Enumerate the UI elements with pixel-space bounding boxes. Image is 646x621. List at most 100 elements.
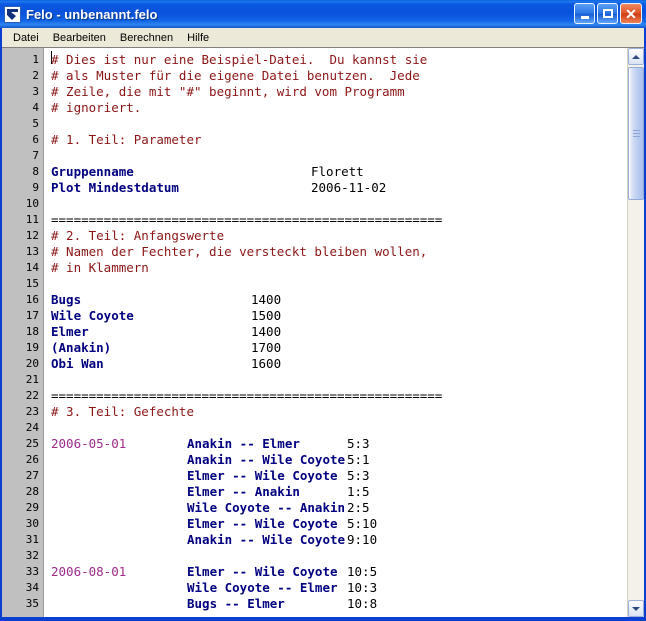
- code-segment: # Dies ist nur eine Beispiel-Datei. Du k…: [51, 52, 428, 67]
- chevron-up-icon: [632, 54, 640, 59]
- felo-app-icon: [4, 5, 21, 23]
- line-number: 19: [25, 341, 39, 354]
- code-segment: Anakin -- Elmer: [187, 436, 300, 451]
- code-line[interactable]: Bugs 1400: [45, 292, 626, 308]
- code-line[interactable]: # Zeile, die mit "#" beginnt, wird vom P…: [45, 84, 626, 100]
- code-line[interactable]: Bugs -- Elmer 10:8: [45, 596, 626, 612]
- menu-item-berechnen[interactable]: Berechnen: [113, 30, 180, 46]
- code-segment: 1400: [251, 324, 282, 339]
- code-line[interactable]: # 1. Teil: Parameter: [45, 132, 626, 148]
- menu-item-hilfe[interactable]: Hilfe: [180, 30, 216, 46]
- scrollbar-grip-icon: [633, 129, 640, 138]
- window-title: Felo - unbenannt.felo: [26, 6, 158, 22]
- code-line[interactable]: 2006-08-01 Elmer -- Wile Coyote 10:5: [45, 564, 626, 580]
- code-segment: Elmer: [51, 324, 89, 339]
- code-line[interactable]: Elmer -- Wile Coyote 5:10: [45, 516, 626, 532]
- line-number: 6: [32, 133, 39, 146]
- line-number: 24: [25, 421, 39, 434]
- code-segment: 5:3: [347, 468, 370, 483]
- code-line[interactable]: Elmer -- Anakin 1:5: [45, 484, 626, 500]
- line-number: 16: [25, 293, 39, 306]
- line-number: 12: [25, 229, 39, 242]
- code-line[interactable]: [45, 196, 626, 212]
- code-text-area[interactable]: # Dies ist nur eine Beispiel-Datei. Du k…: [45, 48, 626, 617]
- menu-item-datei[interactable]: Datei: [6, 30, 46, 46]
- code-line[interactable]: Elmer -- Wile Coyote 5:3: [45, 468, 626, 484]
- scroll-down-button[interactable]: [628, 600, 644, 617]
- line-number: 25: [25, 437, 39, 450]
- line-number: 17: [25, 309, 39, 322]
- code-line[interactable]: Anakin -- Wile Coyote 9:10: [45, 532, 626, 548]
- line-number: 31: [25, 533, 39, 546]
- code-segment: # 3. Teil: Gefechte: [51, 404, 194, 419]
- code-line[interactable]: 2006-05-01 Anakin -- Elmer 5:3: [45, 436, 626, 452]
- code-line[interactable]: Elmer 1400: [45, 324, 626, 340]
- code-segment: # ignoriert.: [51, 100, 142, 115]
- line-number: 2: [32, 69, 39, 82]
- code-line[interactable]: ========================================…: [45, 212, 626, 228]
- code-segment: 10:8: [347, 596, 378, 611]
- editor-area[interactable]: 1 2 3 4 5 6 7 8 9 10 11 12 13 14 15 16 17 18 19 20 21 22 23 24 2…: [2, 47, 644, 617]
- menu-item-bearbeiten[interactable]: Bearbeiten: [46, 30, 113, 46]
- code-line[interactable]: Gruppenname Florett: [45, 164, 626, 180]
- code-line[interactable]: [45, 148, 626, 164]
- title-bar[interactable]: Felo - unbenannt.felo ✕: [0, 0, 646, 28]
- code-segment: Wile Coyote -- Anakin: [187, 500, 346, 515]
- window-controls: ✕: [574, 3, 642, 24]
- line-number: 1: [32, 53, 39, 66]
- code-line[interactable]: Plot Mindestdatum 2006-11-02: [45, 180, 626, 196]
- code-line[interactable]: Wile Coyote -- Anakin 2:5: [45, 500, 626, 516]
- code-line[interactable]: Obi Wan 1600: [45, 356, 626, 372]
- line-number: 9: [32, 181, 39, 194]
- code-segment: Plot Mindestdatum: [51, 180, 179, 195]
- line-number: 22: [25, 389, 39, 402]
- code-line[interactable]: (Anakin) 1700: [45, 340, 626, 356]
- code-segment: ========================================…: [51, 388, 443, 403]
- line-number: 20: [25, 357, 39, 370]
- code-line[interactable]: # ignoriert.: [45, 100, 626, 116]
- code-line[interactable]: [45, 116, 626, 132]
- minimize-button[interactable]: [574, 3, 595, 24]
- code-segment: Anakin -- Wile Coyote: [187, 532, 346, 547]
- code-segment: # in Klammern: [51, 260, 149, 275]
- code-line[interactable]: [45, 372, 626, 388]
- code-segment: Elmer -- Wile Coyote: [187, 516, 338, 531]
- code-segment: # als Muster für die eigene Datei benutz…: [51, 68, 420, 83]
- line-number: 10: [25, 197, 39, 210]
- line-number: 27: [25, 469, 39, 482]
- close-button[interactable]: ✕: [620, 3, 642, 24]
- code-line[interactable]: # in Klammern: [45, 260, 626, 276]
- code-segment: 1700: [251, 340, 282, 355]
- line-number: 21: [25, 373, 39, 386]
- code-segment: # 1. Teil: Parameter: [51, 132, 202, 147]
- code-line[interactable]: Wile Coyote -- Elmer 10:3: [45, 580, 626, 596]
- line-number: 32: [25, 549, 39, 562]
- code-segment: 1600: [251, 356, 282, 371]
- line-number: 23: [25, 405, 39, 418]
- maximize-button[interactable]: [597, 3, 618, 24]
- minimize-icon: [580, 16, 589, 19]
- chevron-down-icon: [632, 606, 640, 611]
- scroll-up-button[interactable]: [628, 48, 644, 65]
- code-line[interactable]: # als Muster für die eigene Datei benutz…: [45, 68, 626, 84]
- code-segment: ========================================…: [51, 212, 443, 227]
- code-segment: 2006-05-01: [51, 436, 127, 451]
- code-line[interactable]: # Namen der Fechter, die versteckt bleib…: [45, 244, 626, 260]
- scrollbar-thumb[interactable]: [628, 67, 644, 200]
- code-line[interactable]: # 2. Teil: Anfangswerte: [45, 228, 626, 244]
- code-segment: Wile Coyote: [51, 308, 134, 323]
- code-line[interactable]: Wile Coyote 1500: [45, 308, 626, 324]
- code-segment: # Namen der Fechter, die versteckt bleib…: [51, 244, 428, 259]
- code-line[interactable]: [45, 420, 626, 436]
- code-line[interactable]: [45, 548, 626, 564]
- code-segment: Bugs: [51, 292, 82, 307]
- code-line[interactable]: [45, 276, 626, 292]
- code-segment: 5:10: [347, 516, 378, 531]
- vertical-scrollbar[interactable]: [627, 48, 644, 617]
- code-line[interactable]: # Dies ist nur eine Beispiel-Datei. Du k…: [45, 52, 626, 68]
- line-number: 29: [25, 501, 39, 514]
- code-line[interactable]: Anakin -- Wile Coyote 5:1: [45, 452, 626, 468]
- code-line[interactable]: # 3. Teil: Gefechte: [45, 404, 626, 420]
- code-line[interactable]: ========================================…: [45, 388, 626, 404]
- line-number: 26: [25, 453, 39, 466]
